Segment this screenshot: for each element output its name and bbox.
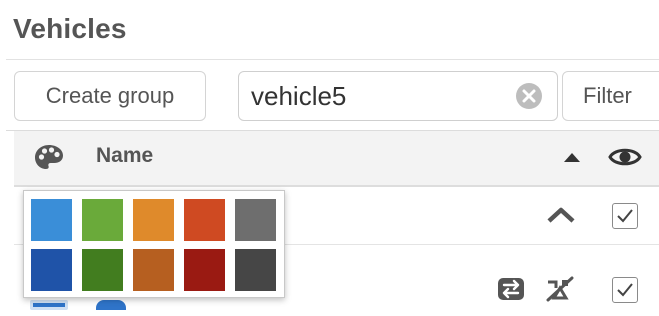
color-swatch[interactable] — [31, 199, 72, 241]
vehicles-panel: Vehicles Create group Filter Name — [0, 0, 659, 316]
title-divider — [6, 59, 659, 60]
color-swatch[interactable] — [184, 249, 225, 291]
check-icon — [617, 209, 633, 223]
check-icon — [617, 283, 633, 297]
search-field — [238, 71, 558, 121]
search-input[interactable] — [251, 72, 501, 120]
color-swatch[interactable] — [133, 249, 174, 291]
route-icon[interactable] — [496, 276, 526, 302]
color-swatch[interactable] — [184, 199, 225, 241]
create-group-button[interactable]: Create group — [14, 71, 206, 121]
chevron-up-icon[interactable] — [546, 205, 576, 225]
visibility-checkbox[interactable] — [612, 203, 638, 229]
color-swatch[interactable] — [82, 249, 123, 291]
color-swatch[interactable] — [235, 249, 276, 291]
color-swatch[interactable] — [31, 249, 72, 291]
eye-icon[interactable] — [608, 144, 642, 170]
column-header-name[interactable]: Name — [96, 144, 153, 168]
color-swatch[interactable] — [133, 199, 174, 241]
visibility-checkbox[interactable] — [612, 277, 638, 303]
page-title: Vehicles — [13, 13, 127, 44]
color-swatch[interactable] — [82, 199, 123, 241]
clear-search-icon[interactable] — [515, 82, 543, 110]
location-off-icon[interactable] — [544, 276, 576, 302]
palette-icon[interactable] — [33, 143, 65, 173]
table-header-divider — [14, 185, 659, 187]
filter-button[interactable]: Filter — [562, 71, 659, 121]
row-color-swatch[interactable] — [30, 300, 68, 310]
vehicle-icon — [96, 300, 126, 310]
sort-ascending-icon[interactable] — [563, 151, 581, 163]
color-swatch[interactable] — [235, 199, 276, 241]
color-picker-popover — [23, 190, 285, 298]
